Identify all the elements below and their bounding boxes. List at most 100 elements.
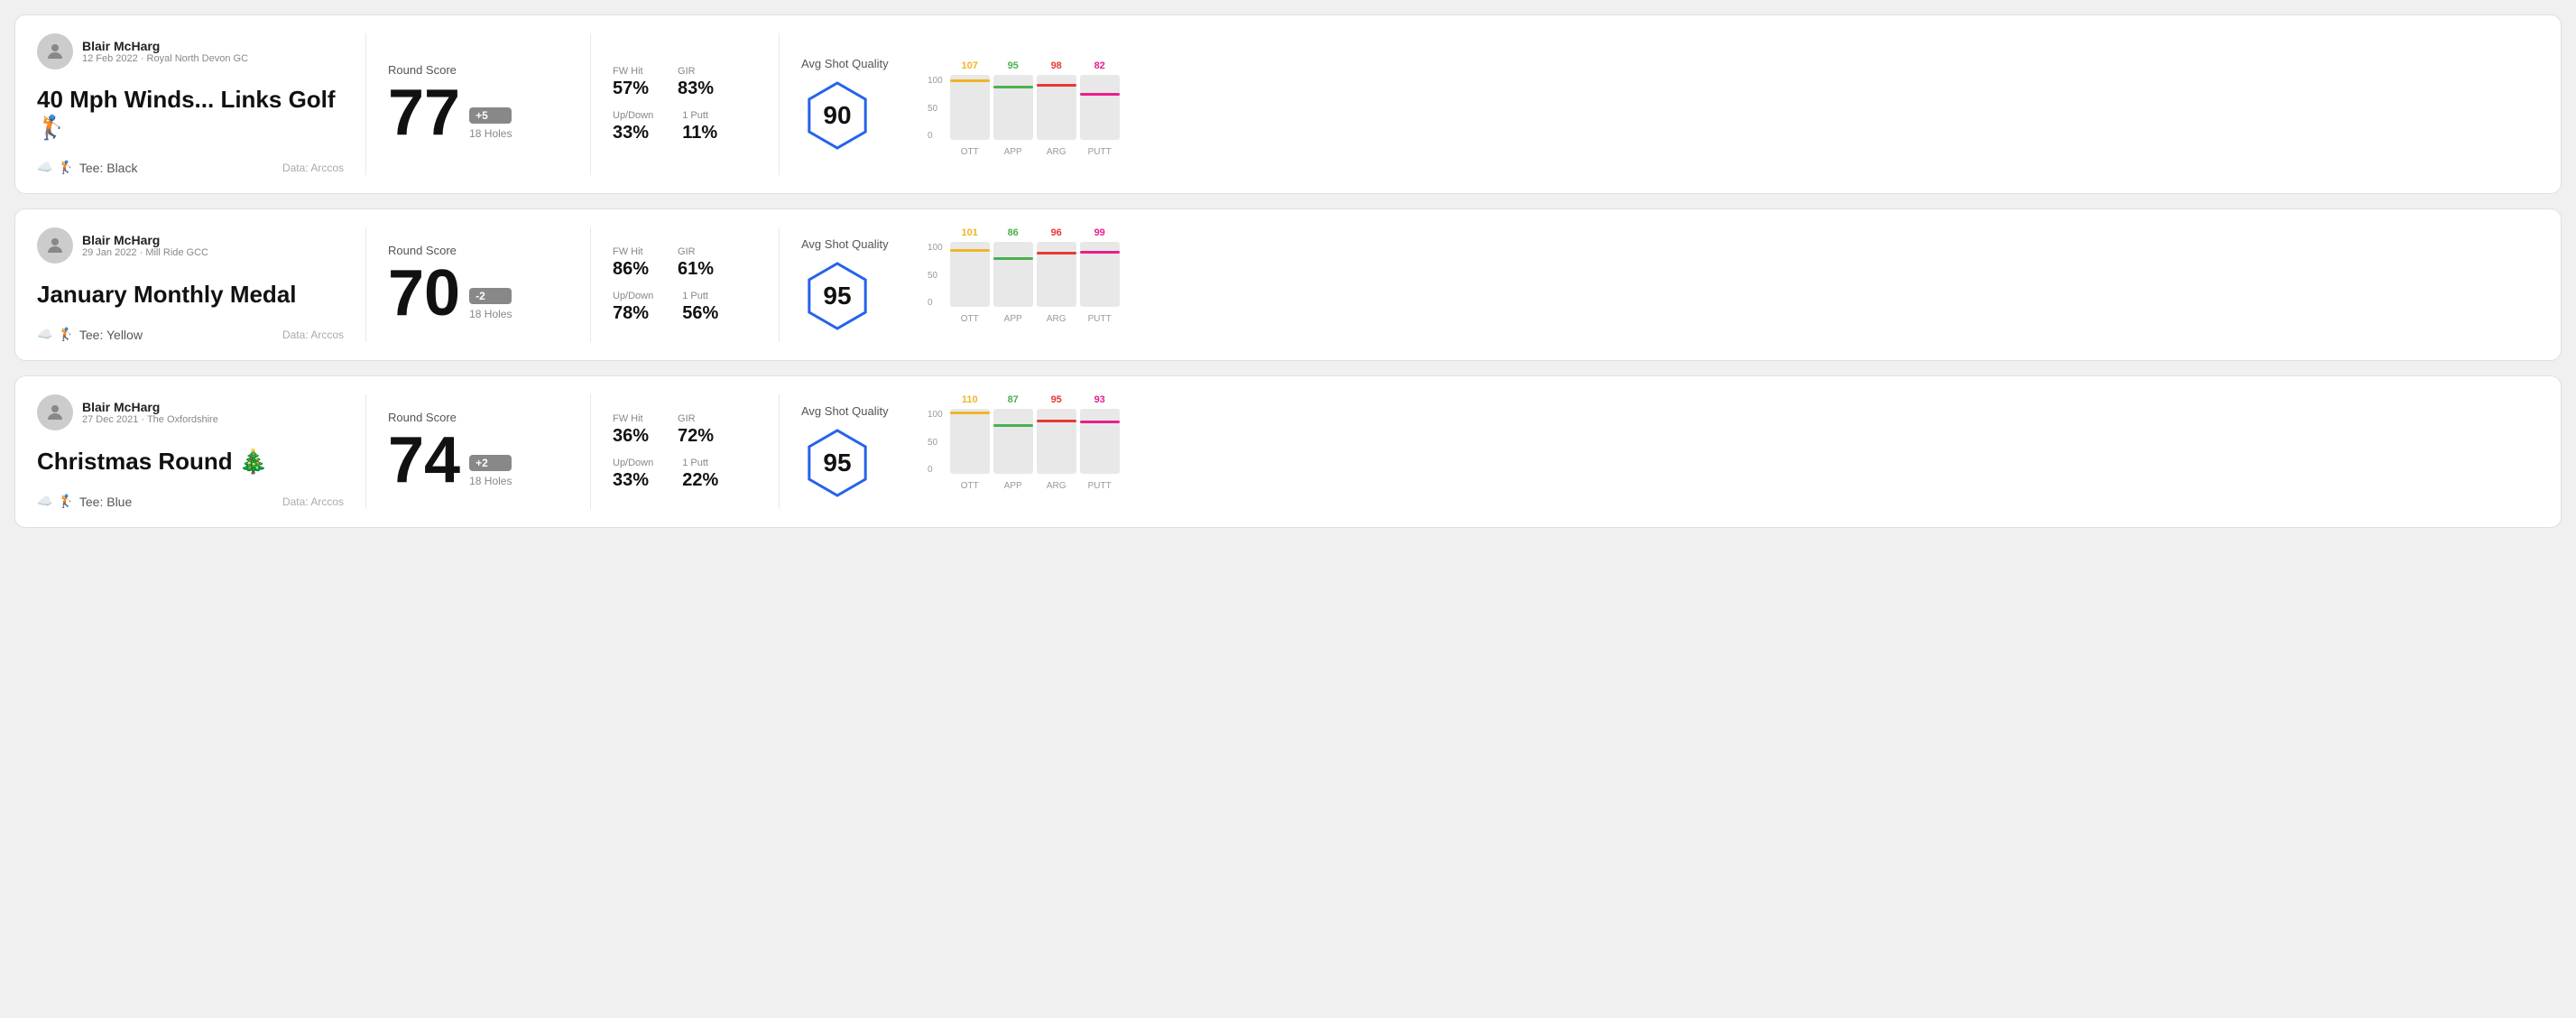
bar-chart: 100500107OTT95APP98ARG82PUTT	[928, 60, 2539, 175]
score-row: 70-218 Holes	[388, 261, 568, 326]
y-axis-label: 0	[928, 131, 943, 141]
bar-wrapper	[1037, 409, 1076, 474]
bar-wrapper	[993, 75, 1033, 140]
fw-hit-value: 86%	[613, 259, 649, 280]
divider-3	[779, 394, 780, 509]
user-info: Blair McHarg27 Dec 2021 · The Oxfordshir…	[37, 394, 344, 430]
stat-gir: GIR72%	[678, 413, 714, 447]
user-name: Blair McHarg	[82, 400, 218, 414]
round-title: 40 Mph Winds... Links Golf 🏌️	[37, 86, 344, 142]
tee-label: Tee: Black	[79, 161, 138, 175]
user-info: Blair McHarg29 Jan 2022 · Mill Ride GCC	[37, 227, 344, 264]
stat-fw-hit: FW Hit36%	[613, 413, 649, 447]
y-axis-label: 100	[928, 243, 943, 253]
score-label: Round Score	[388, 411, 568, 424]
hexagon-score: 90	[823, 101, 851, 130]
holes-label: 18 Holes	[469, 127, 512, 140]
score-number: 77	[388, 80, 460, 145]
stats-top-row: FW Hit57%GIR83%	[613, 66, 757, 99]
stat-updown: Up/Down33%	[613, 110, 653, 143]
stat-oneputt: 1 Putt56%	[682, 291, 718, 324]
bar-value-label: 95	[1051, 394, 1062, 405]
oneputt-value: 11%	[682, 123, 717, 143]
stat-fw-hit: FW Hit57%	[613, 66, 649, 99]
gir-label: GIR	[678, 246, 714, 257]
bag-icon: 🏌	[58, 160, 73, 175]
bar-value-label: 107	[962, 60, 978, 71]
score-badge: +5	[469, 107, 512, 124]
bar-axis-label: ARG	[1047, 147, 1066, 157]
chart-section: 100500110OTT87APP95ARG93PUTT	[909, 394, 2539, 509]
score-row: 74+218 Holes	[388, 428, 568, 493]
y-axis-label: 50	[928, 271, 943, 281]
hexagon-container: 90	[801, 79, 873, 152]
oneputt-label: 1 Putt	[682, 291, 718, 301]
hexagon: 90	[801, 79, 873, 152]
score-number: 74	[388, 428, 460, 493]
bar-chart: 100500101OTT86APP96ARG99PUTT	[928, 227, 2539, 342]
left-section: Blair McHarg27 Dec 2021 · The Oxfordshir…	[37, 394, 344, 509]
hexagon-score: 95	[823, 282, 851, 310]
quality-section: Avg Shot Quality 95	[801, 227, 909, 342]
bar-axis-label: APP	[1004, 314, 1022, 324]
divider-3	[779, 227, 780, 342]
fw-hit-value: 36%	[613, 426, 649, 447]
stats-top-row: FW Hit36% GIR72%	[613, 413, 757, 447]
stats-bottom-row: Up/Down78% 1 Putt56%	[613, 291, 757, 324]
bar-group-app: 95APP	[993, 60, 1033, 157]
user-info: Blair McHarg12 Feb 2022 · Royal North De…	[37, 33, 344, 69]
round-title: January Monthly Medal	[37, 281, 344, 309]
bar-value-label: 99	[1094, 227, 1105, 238]
y-axis: 100500	[928, 410, 943, 491]
bar-value-label: 101	[962, 227, 978, 238]
user-text: Blair McHarg12 Feb 2022 · Royal North De…	[82, 39, 248, 64]
date-course: 27 Dec 2021 · The Oxfordshire	[82, 414, 218, 425]
bar-marker	[1037, 84, 1076, 87]
bar-value-label: 82	[1094, 60, 1105, 71]
footer-info: ☁️🏌Tee: BlueData: Arccos	[37, 494, 344, 509]
weather-icon: ☁️	[37, 494, 52, 509]
bar-marker	[950, 412, 990, 414]
bar-group-arg: 98ARG	[1037, 60, 1076, 157]
round-card-round-2: Blair McHarg29 Jan 2022 · Mill Ride GCC J…	[14, 208, 2562, 361]
y-axis-label: 100	[928, 76, 943, 86]
bag-icon: 🏌	[58, 494, 73, 509]
tee-label: Tee: Yellow	[79, 328, 143, 342]
score-meta: -218 Holes	[469, 288, 512, 326]
updown-value: 78%	[613, 303, 653, 324]
stat-updown: Up/Down78%	[613, 291, 653, 324]
bar-group-app: 87APP	[993, 394, 1033, 491]
y-axis: 100 50 0	[928, 243, 943, 324]
stats-section: FW Hit86%GIR61%Up/Down78%1 Putt56%	[613, 227, 757, 342]
hexagon-score: 95	[823, 449, 851, 477]
stat-oneputt: 1 Putt 11%	[682, 110, 717, 143]
bar-value-label: 87	[1008, 394, 1019, 405]
divider-1	[365, 394, 366, 509]
divider-2	[590, 227, 591, 342]
tee-info: ☁️🏌Tee: Blue	[37, 494, 132, 509]
bar-wrapper	[950, 409, 990, 474]
fw-hit-value: 57%	[613, 79, 649, 99]
oneputt-label: 1 Putt	[682, 110, 717, 121]
bar-marker	[1080, 421, 1120, 423]
bar-wrapper	[1037, 75, 1076, 140]
score-meta: +218 Holes	[469, 455, 512, 493]
round-card-round-3: Blair McHarg27 Dec 2021 · The Oxfordshir…	[14, 375, 2562, 528]
bar-group-arg: 96ARG	[1037, 227, 1076, 324]
quality-label: Avg Shot Quality	[801, 237, 889, 251]
gir-label: GIR	[678, 413, 714, 424]
stats-section: FW Hit57%GIR83% Up/Down33% 1 Putt 11%	[613, 33, 757, 175]
stats-bottom-row: Up/Down33% 1 Putt 11%	[613, 110, 757, 143]
gir-value: 61%	[678, 259, 714, 280]
user-text: Blair McHarg27 Dec 2021 · The Oxfordshir…	[82, 400, 218, 425]
data-source: Data: Arccos	[282, 495, 344, 508]
score-section: Round Score70-218 Holes	[388, 227, 568, 342]
divider-2	[590, 33, 591, 175]
bar-axis-label: OTT	[961, 314, 979, 324]
bar-marker	[993, 86, 1033, 88]
bar-axis-label: PUTT	[1088, 147, 1112, 157]
hexagon-container: 95	[801, 427, 873, 499]
y-axis-label: 0	[928, 298, 943, 308]
bar-axis-label: OTT	[961, 147, 979, 157]
gir-value: 83%	[678, 79, 714, 99]
